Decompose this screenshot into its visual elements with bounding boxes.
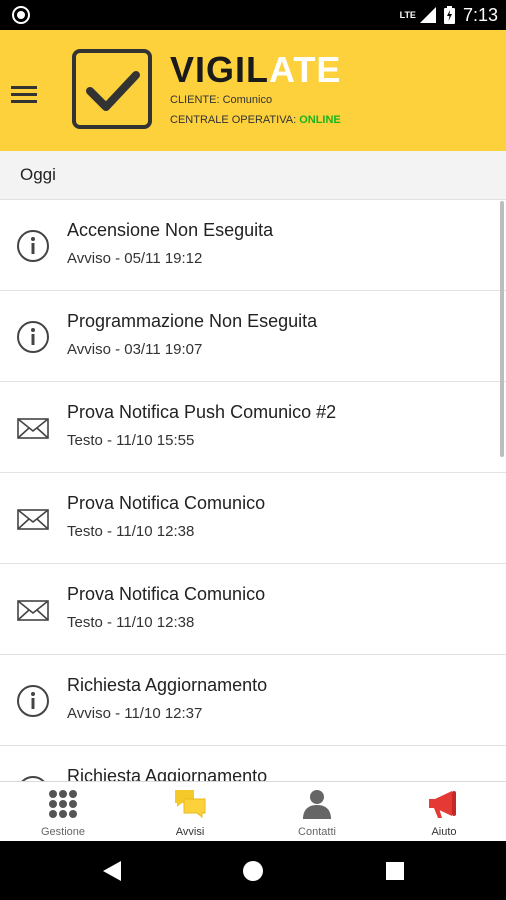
app-header: VIGILATE CLIENTE: Comunico CENTRALE OPER…	[0, 30, 506, 151]
info-icon	[17, 685, 49, 717]
clock: 7:13	[462, 4, 498, 25]
item-title: Richiesta Aggiornamento	[67, 766, 268, 781]
list-item[interactable]: Prova Notifica Comunico Testo - 11/10 12…	[0, 473, 506, 564]
item-title: Prova Notifica Push Comunico #2	[67, 402, 337, 422]
mail-icon	[17, 600, 49, 621]
status-bar: LTE 7:13	[0, 0, 506, 30]
list-item[interactable]: Prova Notifica Push Comunico #2 Testo - …	[0, 382, 506, 473]
nav-item-gestione[interactable]: Gestione	[0, 782, 126, 842]
item-title: Accensione Non Eseguita	[67, 220, 274, 240]
android-navigation-bar	[0, 841, 506, 900]
nav-item-contatti[interactable]: Contatti	[254, 782, 380, 842]
hamburger-menu-icon[interactable]	[8, 82, 40, 110]
logo-text-dark: VIGIL	[170, 49, 270, 90]
item-subtitle: Testo - 11/10 12:38	[67, 614, 195, 631]
notifications-list[interactable]: Oggi Accensione Non Eseguita Avviso - 05…	[0, 151, 506, 781]
bottom-navigation: Gestione Avvisi Contatti Aiuto	[0, 781, 506, 842]
recents-icon[interactable]	[385, 861, 405, 881]
notification-icon	[12, 6, 30, 24]
item-title: Programmazione Non Eseguita	[67, 311, 318, 331]
nav-item-avvisi[interactable]: Avvisi	[127, 782, 253, 842]
signal-icon	[419, 7, 436, 23]
client-label: CLIENTE: Comunico	[170, 94, 273, 106]
nav-item-aiuto[interactable]: Aiuto	[381, 782, 506, 842]
person-icon	[303, 790, 331, 819]
nav-label: Aiuto	[431, 826, 457, 838]
logo-check-icon	[72, 49, 152, 129]
item-subtitle: Avviso - 03/11 19:07	[67, 341, 203, 358]
grid-icon	[49, 790, 77, 818]
mail-icon	[17, 509, 49, 530]
central-status: ONLINE	[299, 114, 341, 126]
item-subtitle: Avviso - 11/10 12:37	[67, 705, 203, 722]
list-item[interactable]: Programmazione Non Eseguita Avviso - 03/…	[0, 291, 506, 382]
item-subtitle: Testo - 11/10 12:38	[67, 523, 195, 540]
back-icon[interactable]	[101, 860, 123, 882]
list-item[interactable]: Richiesta Aggiornamento	[0, 746, 506, 781]
item-title: Prova Notifica Comunico	[67, 493, 266, 513]
list-scrollbar[interactable]	[500, 201, 504, 457]
home-icon[interactable]	[242, 860, 264, 882]
item-subtitle: Avviso - 05/11 19:12	[67, 250, 203, 267]
list-item[interactable]: Accensione Non Eseguita Avviso - 05/11 1…	[0, 200, 506, 291]
list-item[interactable]: Prova Notifica Comunico Testo - 11/10 12…	[0, 564, 506, 655]
item-subtitle: Testo - 11/10 15:55	[67, 432, 195, 449]
central-label: CENTRALE OPERATIVA:	[170, 114, 297, 126]
nav-label: Avvisi	[175, 826, 205, 838]
info-icon	[17, 321, 49, 353]
battery-icon	[443, 6, 455, 24]
nav-label: Gestione	[40, 826, 86, 838]
chat-bubbles-icon	[175, 790, 206, 819]
mail-icon	[17, 418, 49, 439]
network-type: LTE	[399, 10, 416, 20]
item-title: Richiesta Aggiornamento	[67, 675, 268, 695]
app-logo-text: VIGILATE	[170, 50, 341, 90]
item-title: Prova Notifica Comunico	[67, 584, 266, 604]
central-line: CENTRALE OPERATIVA: ONLINE	[170, 114, 341, 126]
info-icon	[17, 230, 49, 262]
logo-text-light: ATE	[269, 49, 342, 90]
list-item[interactable]: Richiesta Aggiornamento Avviso - 11/10 1…	[0, 655, 506, 746]
nav-label: Contatti	[298, 826, 336, 838]
megaphone-icon	[429, 791, 456, 818]
section-header: Oggi	[0, 151, 506, 200]
